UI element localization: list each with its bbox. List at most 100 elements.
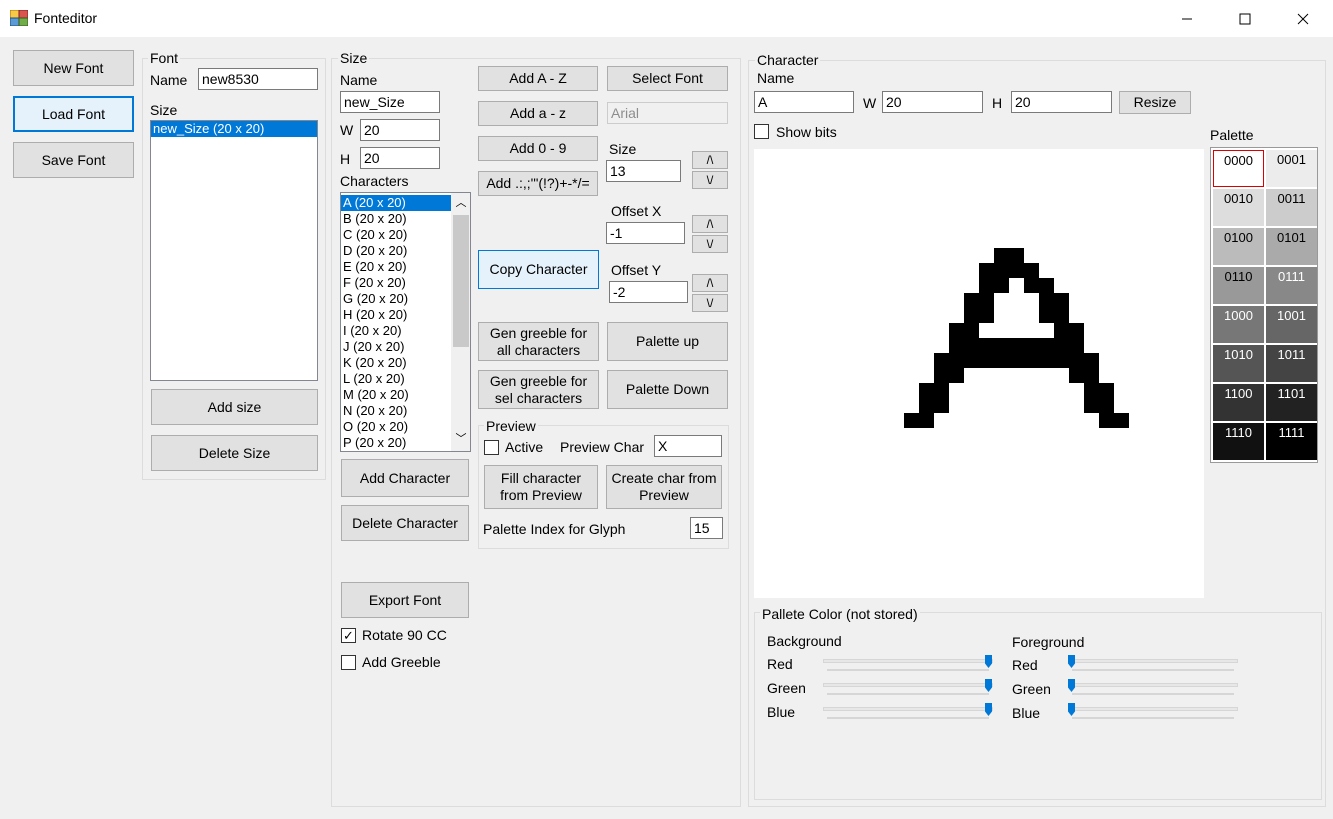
- size-name-input[interactable]: new_Size: [340, 91, 440, 113]
- glyph-pixel[interactable]: [1039, 308, 1054, 323]
- offset-x-input[interactable]: -1: [606, 222, 685, 244]
- size-list[interactable]: new_Size (20 x 20): [150, 120, 318, 381]
- glyph-pixel[interactable]: [919, 413, 934, 428]
- offset-y-input[interactable]: -2: [609, 281, 688, 303]
- glyph-pixel[interactable]: [1069, 338, 1084, 353]
- palette-cell[interactable]: 0111: [1266, 267, 1317, 304]
- offset-y-up-button[interactable]: /\: [692, 274, 728, 292]
- glyph-pixel[interactable]: [964, 338, 979, 353]
- character-list-item[interactable]: J (20 x 20): [341, 339, 451, 355]
- palette-cell[interactable]: 1010: [1213, 345, 1264, 382]
- glyph-pixel[interactable]: [904, 413, 919, 428]
- preview-active-checkbox[interactable]: [484, 440, 499, 455]
- glyph-pixel[interactable]: [1099, 398, 1114, 413]
- add-uppercase-button[interactable]: Add A - Z: [478, 66, 598, 91]
- rotate-checkbox[interactable]: ✓: [341, 628, 356, 643]
- size-h-input[interactable]: 20: [360, 147, 440, 169]
- glyph-pixel[interactable]: [949, 368, 964, 383]
- palette-cell[interactable]: 1011: [1266, 345, 1317, 382]
- palette-cell[interactable]: 0110: [1213, 267, 1264, 304]
- palette-cell[interactable]: 1000: [1213, 306, 1264, 343]
- copy-character-button[interactable]: Copy Character: [478, 250, 599, 289]
- glyph-pixel[interactable]: [934, 383, 949, 398]
- slider-thumb[interactable]: [1068, 655, 1075, 668]
- export-font-button[interactable]: Export Font: [341, 582, 469, 618]
- slider-thumb[interactable]: [985, 703, 992, 716]
- character-list-item[interactable]: C (20 x 20): [341, 227, 451, 243]
- bg-green-slider[interactable]: [823, 679, 993, 699]
- glyph-pixel[interactable]: [994, 278, 1009, 293]
- glyph-pixel[interactable]: [1069, 368, 1084, 383]
- slider-thumb[interactable]: [985, 655, 992, 668]
- add-digits-button[interactable]: Add 0 - 9: [478, 136, 598, 161]
- fill-from-preview-button[interactable]: Fill character from Preview: [484, 465, 598, 509]
- delete-size-button[interactable]: Delete Size: [151, 435, 318, 471]
- character-list-item[interactable]: M (20 x 20): [341, 387, 451, 403]
- character-list-item[interactable]: O (20 x 20): [341, 419, 451, 435]
- character-list-item[interactable]: L (20 x 20): [341, 371, 451, 387]
- palette-down-button[interactable]: Palette Down: [607, 370, 728, 409]
- fg-green-slider[interactable]: [1068, 679, 1238, 699]
- offset-x-down-button[interactable]: \/: [692, 235, 728, 253]
- character-list-item[interactable]: H (20 x 20): [341, 307, 451, 323]
- glyph-pixel[interactable]: [1069, 323, 1084, 338]
- offset-x-up-button[interactable]: /\: [692, 215, 728, 233]
- character-list-item[interactable]: N (20 x 20): [341, 403, 451, 419]
- offset-y-down-button[interactable]: \/: [692, 294, 728, 312]
- select-font-button[interactable]: Select Font: [607, 66, 728, 91]
- character-list-item[interactable]: G (20 x 20): [341, 291, 451, 307]
- glyph-pixel[interactable]: [1099, 383, 1114, 398]
- character-list-item[interactable]: D (20 x 20): [341, 243, 451, 259]
- palette-cell[interactable]: 0000: [1213, 150, 1264, 187]
- glyph-pixel[interactable]: [949, 323, 964, 338]
- load-font-button[interactable]: Load Font: [13, 96, 134, 132]
- character-list-item[interactable]: K (20 x 20): [341, 355, 451, 371]
- show-bits-checkbox[interactable]: [754, 124, 769, 139]
- glyph-pixel[interactable]: [1084, 383, 1099, 398]
- palette-cell[interactable]: 1111: [1266, 423, 1317, 460]
- add-lowercase-button[interactable]: Add a - z: [478, 101, 598, 126]
- gen-greeble-all-button[interactable]: Gen greeble for all characters: [478, 322, 599, 361]
- glyph-pixel[interactable]: [994, 338, 1009, 353]
- glyph-pixel[interactable]: [1009, 338, 1024, 353]
- glyph-pixel[interactable]: [1054, 353, 1069, 368]
- bg-blue-slider[interactable]: [823, 703, 993, 723]
- add-size-button[interactable]: Add size: [151, 389, 318, 425]
- glyph-canvas[interactable]: [754, 149, 1204, 598]
- glyph-pixel[interactable]: [1039, 293, 1054, 308]
- glyph-pixel[interactable]: [1039, 278, 1054, 293]
- character-w-input[interactable]: 20: [882, 91, 983, 113]
- glyph-pixel[interactable]: [979, 308, 994, 323]
- palette-cell[interactable]: 1100: [1213, 384, 1264, 421]
- glyph-pixel[interactable]: [934, 368, 949, 383]
- glyph-pixel[interactable]: [949, 353, 964, 368]
- character-list[interactable]: A (20 x 20) B (20 x 20) C (20 x 20) D (20 x…: [340, 192, 471, 452]
- glyph-pixel[interactable]: [1069, 353, 1084, 368]
- glyph-pixel[interactable]: [1054, 323, 1069, 338]
- palette-up-button[interactable]: Palette up: [607, 322, 728, 361]
- palette-grid[interactable]: 0000 0001 0010 0011 0100 0101 0110 0111 1000 1001…: [1210, 147, 1318, 463]
- glyph-pixel[interactable]: [979, 278, 994, 293]
- glyph-pixel[interactable]: [994, 248, 1009, 263]
- glyph-pixel[interactable]: [979, 293, 994, 308]
- palette-cell[interactable]: 0100: [1213, 228, 1264, 265]
- fg-blue-slider[interactable]: [1068, 703, 1238, 723]
- glyph-pixel[interactable]: [1054, 293, 1069, 308]
- character-list-item[interactable]: P (20 x 20): [341, 435, 451, 451]
- minimize-button[interactable]: [1158, 0, 1216, 37]
- glyph-pixel[interactable]: [979, 263, 994, 278]
- add-character-button[interactable]: Add Character: [341, 459, 469, 497]
- slider-thumb[interactable]: [1068, 679, 1075, 692]
- resize-button[interactable]: Resize: [1119, 91, 1191, 114]
- fg-red-slider[interactable]: [1068, 655, 1238, 675]
- tool-size-input[interactable]: 13: [606, 160, 681, 182]
- size-w-input[interactable]: 20: [360, 119, 440, 141]
- glyph-pixel[interactable]: [994, 263, 1009, 278]
- bg-red-slider[interactable]: [823, 655, 993, 675]
- palette-cell[interactable]: 0101: [1266, 228, 1317, 265]
- glyph-pixel[interactable]: [1099, 413, 1114, 428]
- palette-cell[interactable]: 0001: [1266, 150, 1317, 187]
- glyph-pixel[interactable]: [1024, 263, 1039, 278]
- glyph-pixel[interactable]: [1084, 353, 1099, 368]
- glyph-pixel[interactable]: [1084, 368, 1099, 383]
